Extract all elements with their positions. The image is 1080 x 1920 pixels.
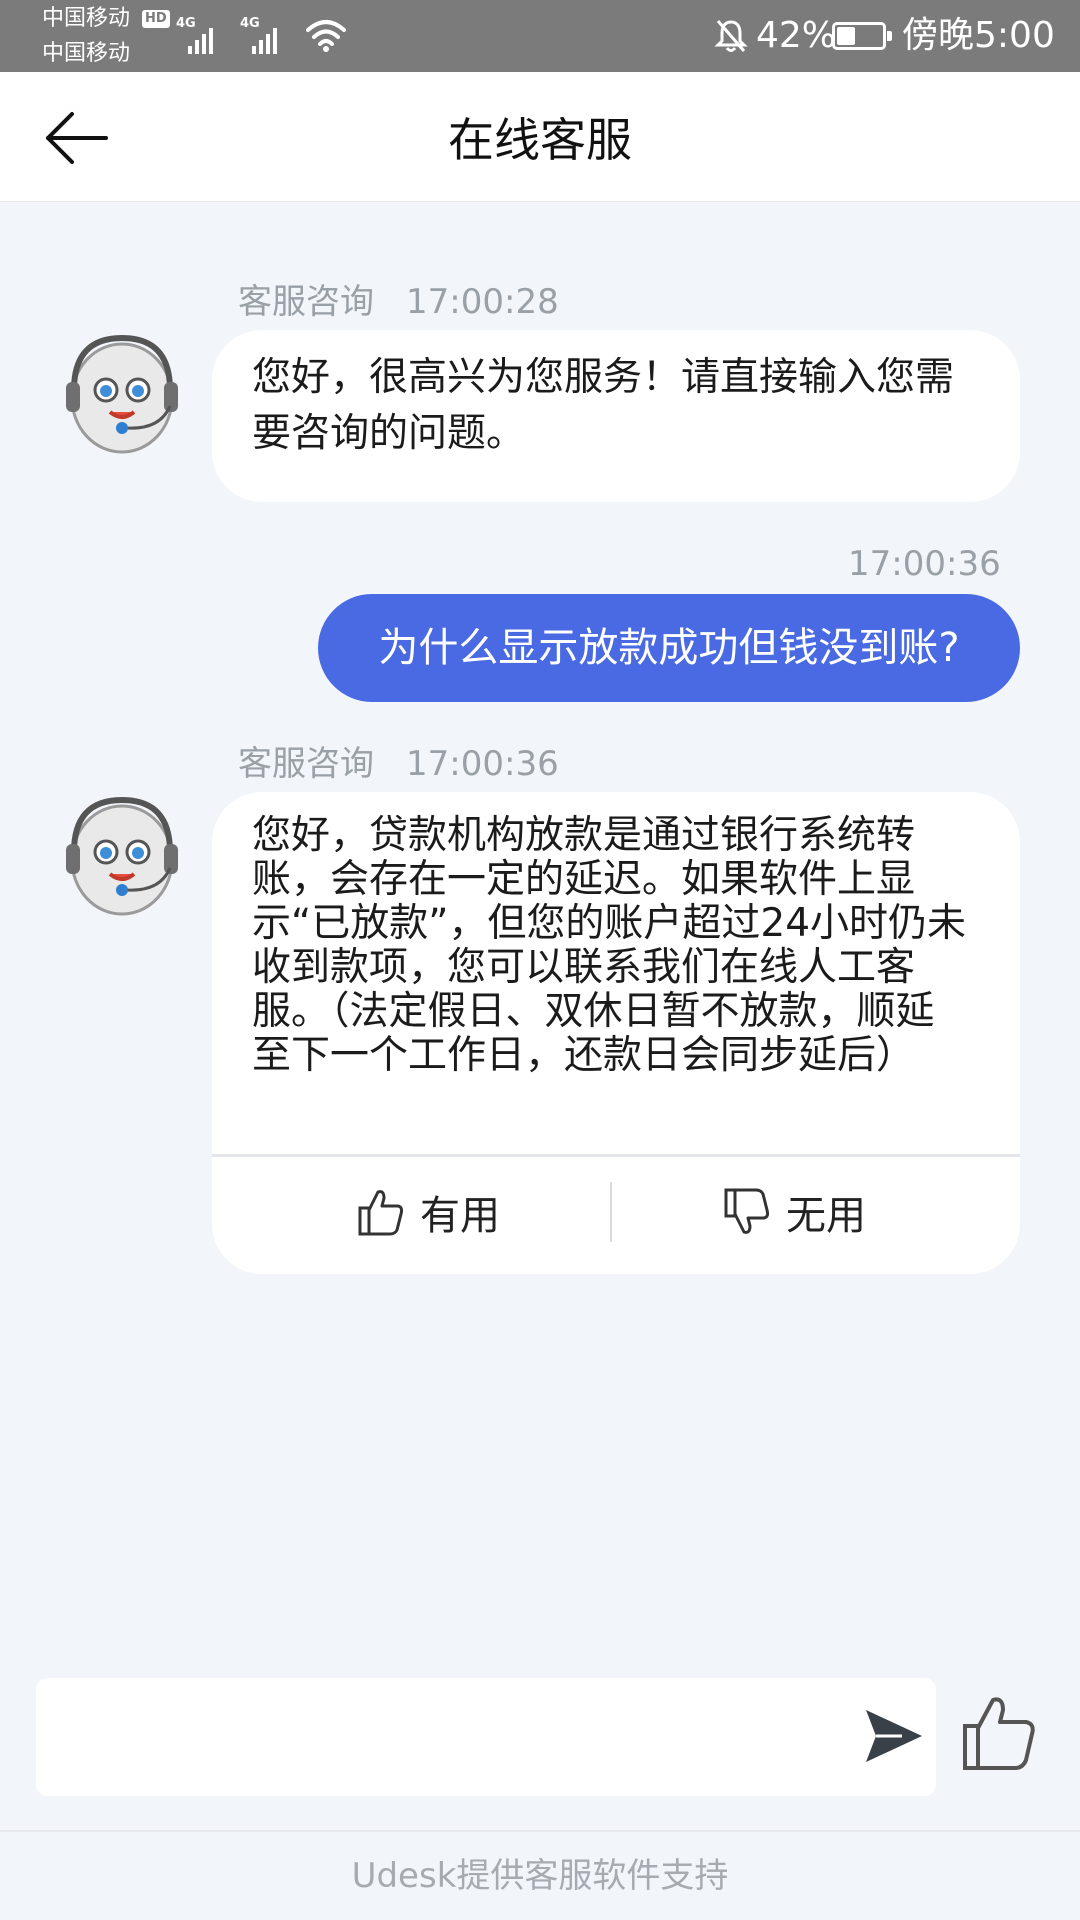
agent-avatar-icon — [66, 334, 178, 454]
like-icon[interactable] — [962, 1694, 1038, 1772]
nav-bar: 在线客服 — [0, 72, 1080, 202]
message-text: 您好，很高兴为您服务！请直接输入您需要咨询的问题。 — [252, 355, 955, 456]
signal-icon-1: 4G — [176, 16, 220, 54]
send-icon[interactable] — [862, 1706, 926, 1766]
carrier-label-1: 中国移动 — [42, 6, 131, 31]
carrier-label-2: 中国移动 — [42, 41, 131, 66]
agent-message-bubble: 您好，贷款机构放款是通过银行系统转账，会存在一定的延迟。如果软件上显示“已放款”… — [212, 792, 1020, 1274]
useless-label: 无用 — [786, 1193, 866, 1239]
footer-divider — [0, 1830, 1080, 1832]
user-message-bubble: 为什么显示放款成功但钱没到账? — [318, 594, 1020, 702]
useless-button[interactable]: 无用 — [724, 1172, 866, 1252]
message-meta: 客服咨询 17:00:28 — [238, 280, 559, 324]
footer-credit: Udesk提供客服软件支持 — [351, 1856, 729, 1896]
message-meta: 客服咨询 17:00:36 — [238, 742, 559, 786]
battery-percent: 42% — [756, 15, 837, 56]
page-title: 在线客服 — [448, 113, 632, 167]
agent-message-bubble: 您好，很高兴为您服务！请直接输入您需要咨询的问题。 — [212, 330, 1020, 502]
useful-button[interactable]: 有用 — [358, 1172, 500, 1252]
message-input[interactable] — [36, 1678, 936, 1796]
battery-fill — [837, 27, 856, 45]
message-text: 您好，贷款机构放款是通过银行系统转账，会存在一定的延迟。如果软件上显示“已放款”… — [252, 813, 967, 1078]
clock: 傍晚5:00 — [902, 15, 1055, 56]
useful-label: 有用 — [420, 1193, 500, 1239]
feedback-separator — [610, 1182, 612, 1242]
battery-icon — [832, 22, 892, 50]
status-bar: 中国移动 中国移动 HD 4G 4G 42% 傍晚5:00 — [0, 0, 1080, 72]
thumbs-up-icon — [358, 1190, 404, 1236]
wifi-icon — [306, 20, 346, 52]
thumbs-down-icon — [724, 1188, 770, 1234]
signal-icon-2: 4G — [240, 16, 284, 54]
agent-avatar-icon — [66, 796, 178, 916]
message-time: 17:00:28 — [406, 282, 559, 322]
message-time: 17:00:36 — [406, 744, 559, 784]
sender-label: 客服咨询 — [238, 744, 374, 784]
bell-off-icon — [714, 20, 748, 52]
hd-badge: HD — [142, 10, 170, 28]
feedback-divider — [212, 1154, 1020, 1157]
sender-label: 客服咨询 — [238, 282, 374, 322]
message-time: 17:00:36 — [848, 544, 1001, 584]
